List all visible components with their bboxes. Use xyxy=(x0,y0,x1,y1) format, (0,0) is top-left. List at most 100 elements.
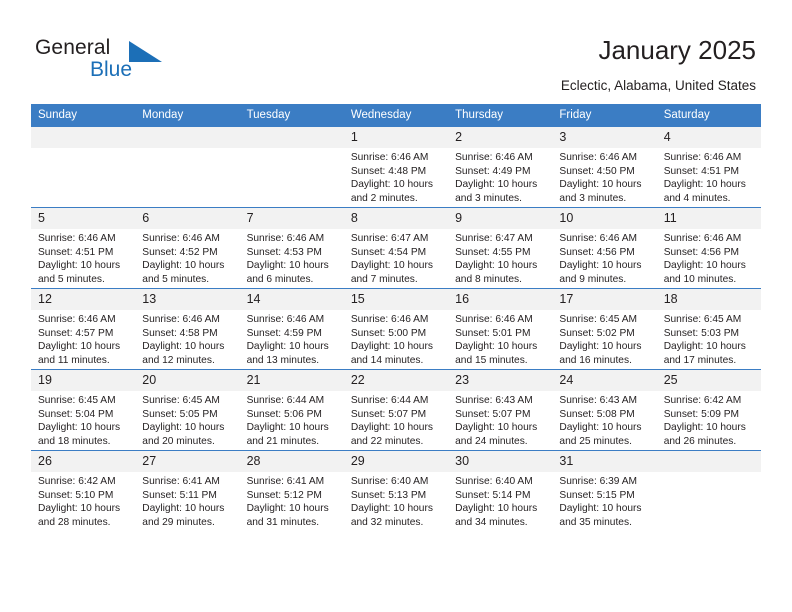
daylight-text: Daylight: 10 hours and 31 minutes. xyxy=(246,503,329,528)
sunrise-text: Sunrise: 6:43 AM xyxy=(559,395,637,406)
calendar-day-cell[interactable]: 1 Sunrise: 6:46 AM Sunset: 4:48 PM Daylight… xyxy=(343,126,449,208)
calendar-day-cell-empty xyxy=(135,126,240,208)
daylight-text: Daylight: 10 hours and 14 minutes. xyxy=(350,341,433,366)
day-sun-info: Sunrise: 6:46 AM Sunset: 4:58 PM Daylight:… xyxy=(135,310,239,367)
calendar-day-cell[interactable]: 9 Sunrise: 6:47 AM Sunset: 4:55 PM Daylight… xyxy=(448,207,553,289)
calendar-day-cell[interactable]: 3 Sunrise: 6:46 AM Sunset: 4:50 PM Daylight… xyxy=(552,126,657,208)
sunrise-text: Sunrise: 6:44 AM xyxy=(350,395,429,406)
day-sun-info: Sunrise: 6:47 AM Sunset: 4:55 PM Daylight:… xyxy=(448,229,552,286)
day-sun-info: Sunrise: 6:46 AM Sunset: 5:01 PM Daylight:… xyxy=(448,310,552,367)
day-sun-info: Sunrise: 6:46 AM Sunset: 4:52 PM Daylight:… xyxy=(135,229,239,286)
calendar-day-cell[interactable]: 23 Sunrise: 6:43 AM Sunset: 5:07 PM Dayligh… xyxy=(448,369,553,451)
sunset-text: Sunset: 4:56 PM xyxy=(663,246,740,258)
weekday-header-saturday: Saturday xyxy=(656,104,761,127)
calendar-day-cell[interactable]: 27 Sunrise: 6:41 AM Sunset: 5:11 PM Dayligh… xyxy=(135,450,240,531)
day-number: 22 xyxy=(343,370,449,391)
calendar-day-cell[interactable]: 11 Sunrise: 6:46 AM Sunset: 4:56 PM Dayligh… xyxy=(656,207,761,289)
logo-triangle-icon xyxy=(129,41,162,62)
calendar-day-cell[interactable]: 26 Sunrise: 6:42 AM Sunset: 5:10 PM Dayligh… xyxy=(31,450,136,531)
day-number: 6 xyxy=(135,208,240,229)
calendar-day-cell[interactable]: 6 Sunrise: 6:46 AM Sunset: 4:52 PM Daylight… xyxy=(135,207,240,289)
sunset-text: Sunset: 5:11 PM xyxy=(142,489,217,501)
sunset-text: Sunset: 5:06 PM xyxy=(246,408,322,420)
calendar-day-cell[interactable]: 15 Sunrise: 6:46 AM Sunset: 5:00 PM Dayligh… xyxy=(343,288,449,370)
calendar-day-cell[interactable]: 20 Sunrise: 6:45 AM Sunset: 5:05 PM Dayligh… xyxy=(135,369,240,451)
sunrise-text: Sunrise: 6:46 AM xyxy=(246,233,325,244)
day-number: 10 xyxy=(552,208,657,229)
day-sun-info: Sunrise: 6:46 AM Sunset: 4:53 PM Daylight:… xyxy=(240,229,344,286)
sunset-text: Sunset: 5:00 PM xyxy=(350,327,427,339)
day-number: 13 xyxy=(135,289,240,310)
page-title: January 2025 xyxy=(598,35,756,65)
sunrise-text: Sunrise: 6:43 AM xyxy=(455,395,533,406)
day-sun-info: Sunrise: 6:46 AM Sunset: 4:59 PM Daylight:… xyxy=(240,310,344,367)
sunset-text: Sunset: 5:01 PM xyxy=(455,327,531,339)
day-sun-info: Sunrise: 6:45 AM Sunset: 5:04 PM Daylight:… xyxy=(31,391,135,448)
sunset-text: Sunset: 4:56 PM xyxy=(559,246,635,258)
sunrise-text: Sunrise: 6:45 AM xyxy=(559,314,637,325)
general-blue-logo: General Blue xyxy=(35,36,235,88)
sunset-text: Sunset: 4:51 PM xyxy=(663,165,740,177)
day-sun-info: Sunrise: 6:42 AM Sunset: 5:09 PM Daylight:… xyxy=(657,391,761,448)
sunset-text: Sunset: 4:53 PM xyxy=(246,246,322,258)
calendar-day-cell[interactable]: 18 Sunrise: 6:45 AM Sunset: 5:03 PM Dayligh… xyxy=(656,288,761,370)
calendar-page: General Blue January 2025 Eclectic, Alab… xyxy=(0,0,792,612)
sunset-text: Sunset: 4:52 PM xyxy=(142,246,218,258)
day-number: 5 xyxy=(31,208,136,229)
calendar-day-cell[interactable]: 22 Sunrise: 6:44 AM Sunset: 5:07 PM Dayligh… xyxy=(343,369,449,451)
day-number: 14 xyxy=(239,289,344,310)
sunrise-text: Sunrise: 6:44 AM xyxy=(246,395,325,406)
daylight-text: Daylight: 10 hours and 3 minutes. xyxy=(455,179,538,204)
daylight-text: Daylight: 10 hours and 24 minutes. xyxy=(455,422,538,447)
weekday-header-wednesday: Wednesday xyxy=(343,104,449,127)
day-number: 18 xyxy=(656,289,761,310)
day-number: 11 xyxy=(656,208,761,229)
calendar-day-cell[interactable]: 21 Sunrise: 6:44 AM Sunset: 5:06 PM Dayligh… xyxy=(239,369,344,451)
calendar-day-cell[interactable]: 5 Sunrise: 6:46 AM Sunset: 4:51 PM Daylight… xyxy=(31,207,136,289)
sunrise-text: Sunrise: 6:42 AM xyxy=(663,395,742,406)
calendar-day-cell[interactable]: 16 Sunrise: 6:46 AM Sunset: 5:01 PM Dayligh… xyxy=(448,288,553,370)
sunset-text: Sunset: 4:49 PM xyxy=(455,165,531,177)
calendar-day-cell[interactable]: 7 Sunrise: 6:46 AM Sunset: 4:53 PM Daylight… xyxy=(239,207,344,289)
sunset-text: Sunset: 5:07 PM xyxy=(350,408,427,420)
page-header: General Blue January 2025 Eclectic, Alab… xyxy=(0,0,792,100)
sunset-text: Sunset: 4:50 PM xyxy=(559,165,635,177)
calendar-day-cell[interactable]: 31 Sunrise: 6:39 AM Sunset: 5:15 PM Dayligh… xyxy=(552,450,657,531)
sunset-text: Sunset: 4:59 PM xyxy=(246,327,322,339)
daylight-text: Daylight: 10 hours and 5 minutes. xyxy=(38,260,121,285)
calendar-day-cell[interactable]: 19 Sunrise: 6:45 AM Sunset: 5:04 PM Dayligh… xyxy=(31,369,136,451)
calendar-day-cell[interactable]: 17 Sunrise: 6:45 AM Sunset: 5:02 PM Dayligh… xyxy=(552,288,657,370)
sunset-text: Sunset: 5:15 PM xyxy=(559,489,635,501)
sunrise-text: Sunrise: 6:46 AM xyxy=(246,314,325,325)
daylight-text: Daylight: 10 hours and 16 minutes. xyxy=(559,341,642,366)
day-sun-info: Sunrise: 6:41 AM Sunset: 5:12 PM Daylight:… xyxy=(240,472,344,529)
calendar-day-cell[interactable]: 24 Sunrise: 6:43 AM Sunset: 5:08 PM Dayligh… xyxy=(552,369,657,451)
sunset-text: Sunset: 5:13 PM xyxy=(350,489,427,501)
calendar-day-cell[interactable]: 14 Sunrise: 6:46 AM Sunset: 4:59 PM Dayligh… xyxy=(239,288,344,370)
calendar-day-cell[interactable]: 13 Sunrise: 6:46 AM Sunset: 4:58 PM Dayligh… xyxy=(135,288,240,370)
sunrise-text: Sunrise: 6:47 AM xyxy=(455,233,533,244)
sunrise-text: Sunrise: 6:46 AM xyxy=(38,314,116,325)
calendar-day-cell[interactable]: 8 Sunrise: 6:47 AM Sunset: 4:54 PM Daylight… xyxy=(343,207,449,289)
calendar-day-cell[interactable]: 12 Sunrise: 6:46 AM Sunset: 4:57 PM Dayligh… xyxy=(31,288,136,370)
calendar-day-cell[interactable]: 2 Sunrise: 6:46 AM Sunset: 4:49 PM Daylight… xyxy=(448,126,553,208)
day-sun-info: Sunrise: 6:45 AM Sunset: 5:05 PM Daylight:… xyxy=(135,391,239,448)
calendar-day-cell[interactable]: 30 Sunrise: 6:40 AM Sunset: 5:14 PM Dayligh… xyxy=(448,450,553,531)
calendar-day-cell[interactable]: 10 Sunrise: 6:46 AM Sunset: 4:56 PM Dayligh… xyxy=(552,207,657,289)
calendar-day-cell-empty xyxy=(656,450,761,531)
calendar-day-cell[interactable]: 28 Sunrise: 6:41 AM Sunset: 5:12 PM Dayligh… xyxy=(239,450,344,531)
weekday-header-row: Sunday Monday Tuesday Wednesday Thursday… xyxy=(31,104,761,127)
calendar-day-cell[interactable]: 29 Sunrise: 6:40 AM Sunset: 5:13 PM Dayligh… xyxy=(343,450,449,531)
daylight-text: Daylight: 10 hours and 25 minutes. xyxy=(559,422,642,447)
calendar-day-cell[interactable]: 25 Sunrise: 6:42 AM Sunset: 5:09 PM Dayligh… xyxy=(656,369,761,451)
calendar-day-cell[interactable]: 4 Sunrise: 6:46 AM Sunset: 4:51 PM Daylight… xyxy=(656,126,761,208)
day-number: 31 xyxy=(552,451,657,472)
daylight-text: Daylight: 10 hours and 2 minutes. xyxy=(350,179,433,204)
day-number: 1 xyxy=(343,127,449,148)
day-number: 9 xyxy=(448,208,553,229)
calendar-table: Sunday Monday Tuesday Wednesday Thursday… xyxy=(31,104,761,531)
sunrise-text: Sunrise: 6:40 AM xyxy=(350,476,429,487)
daylight-text: Daylight: 10 hours and 6 minutes. xyxy=(246,260,329,285)
daylight-text: Daylight: 10 hours and 17 minutes. xyxy=(663,341,746,366)
day-sun-info: Sunrise: 6:46 AM Sunset: 4:57 PM Daylight:… xyxy=(31,310,135,367)
